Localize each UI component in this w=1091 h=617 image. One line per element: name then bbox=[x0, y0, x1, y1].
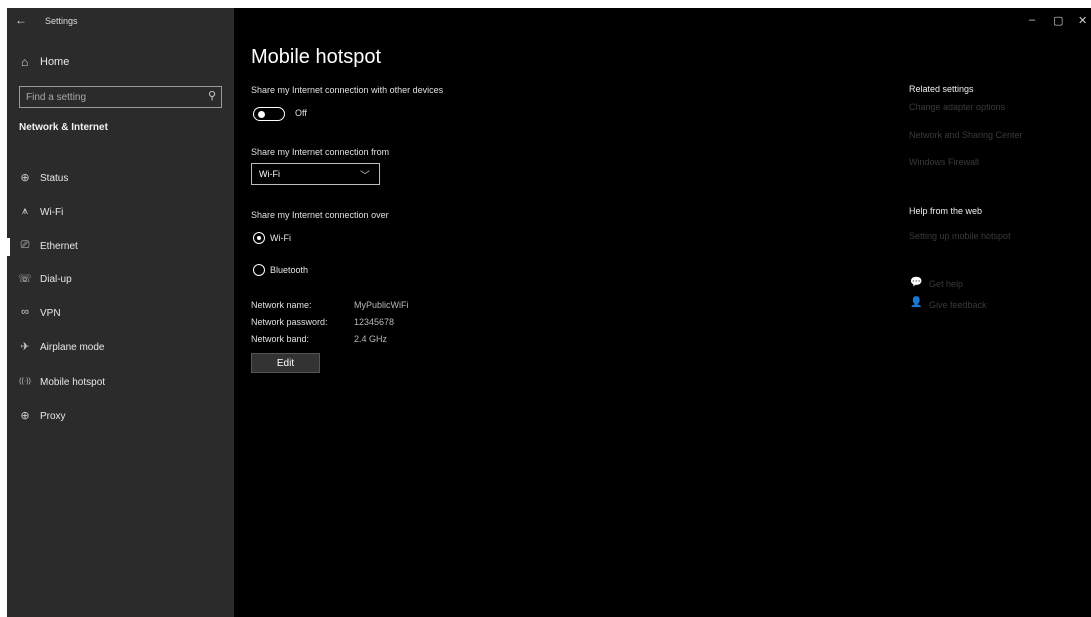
network-password-label: Network password: bbox=[251, 317, 328, 327]
ethernet-icon: ⎚ bbox=[20, 239, 30, 251]
share-toggle[interactable] bbox=[253, 107, 285, 121]
section-title: Network & Internet bbox=[19, 122, 108, 133]
hotspot-icon: ((·)) bbox=[19, 378, 31, 385]
share-over-label: Share my Internet connection over bbox=[251, 210, 389, 220]
sidebar-item-label: Proxy bbox=[40, 411, 66, 422]
related-settings-title: Related settings bbox=[909, 84, 974, 94]
sidebar-item-label: Mobile hotspot bbox=[40, 377, 106, 388]
sidebar-item-vpn[interactable]: ∞ VPN bbox=[7, 301, 234, 327]
globe-icon: ⊕ bbox=[20, 410, 30, 422]
sidebar-item-label: VPN bbox=[40, 308, 61, 319]
back-arrow-icon[interactable]: ← bbox=[15, 13, 27, 27]
sidebar-item-label: Status bbox=[40, 173, 69, 184]
chevron-down-icon: ﹀ bbox=[360, 171, 370, 182]
home-icon: ⌂ bbox=[21, 55, 29, 69]
network-sharing-center-link[interactable]: Network and Sharing Center bbox=[909, 130, 1023, 140]
network-password-value: 12345678 bbox=[354, 317, 395, 327]
page-title: Mobile hotspot bbox=[251, 46, 382, 68]
network-band-label: Network band: bbox=[251, 334, 310, 344]
sidebar-item-label: Wi-Fi bbox=[40, 207, 64, 218]
sidebar-item-dialup[interactable]: ☏ Dial-up bbox=[7, 267, 234, 293]
help-from-web-title: Help from the web bbox=[909, 206, 983, 216]
sidebar-item-label: Ethernet bbox=[40, 241, 78, 252]
radio-bluetooth-label[interactable]: Bluetooth bbox=[270, 265, 308, 275]
share-from-dropdown[interactable]: Wi-Fi ﹀ bbox=[251, 163, 380, 185]
airplane-icon: ✈ bbox=[20, 341, 30, 353]
radio-wifi-label[interactable]: Wi-Fi bbox=[270, 233, 291, 243]
home-nav-item[interactable]: ⌂ Home bbox=[7, 52, 234, 74]
selection-indicator bbox=[7, 238, 10, 256]
dialup-icon: ☏ bbox=[18, 273, 32, 285]
sidebar: ← Settings ⌂ Home ⚲ Network & Internet ⊕… bbox=[7, 8, 234, 617]
network-name-value: MyPublicWiFi bbox=[354, 300, 409, 310]
dropdown-value: Wi-Fi bbox=[259, 169, 280, 179]
sidebar-item-ethernet[interactable]: ⎚ Ethernet bbox=[7, 234, 234, 260]
toggle-state-label: Off bbox=[295, 108, 307, 118]
edit-button[interactable]: Edit bbox=[251, 353, 320, 373]
give-feedback-icon: 👤 bbox=[910, 297, 923, 308]
radio-bluetooth[interactable] bbox=[253, 264, 265, 276]
get-help-link[interactable]: Get help bbox=[929, 279, 963, 289]
give-feedback-link[interactable]: Give feedback bbox=[929, 300, 987, 310]
home-label: Home bbox=[40, 56, 70, 68]
search-box: ⚲ bbox=[19, 86, 222, 108]
status-icon: ⊕ bbox=[20, 172, 30, 184]
setting-up-hotspot-link[interactable]: Setting up mobile hotspot bbox=[909, 231, 1011, 241]
sidebar-item-status[interactable]: ⊕ Status bbox=[7, 166, 234, 192]
change-adapter-options-link[interactable]: Change adapter options bbox=[909, 102, 1005, 112]
vpn-icon: ∞ bbox=[21, 306, 29, 318]
network-name-label: Network name: bbox=[251, 300, 312, 310]
search-input[interactable] bbox=[20, 87, 200, 107]
network-band-value: 2.4 GHz bbox=[354, 334, 388, 344]
share-label: Share my Internet connection with other … bbox=[251, 85, 444, 95]
share-from-label: Share my Internet connection from bbox=[251, 147, 390, 157]
sidebar-item-mobile-hotspot[interactable]: ((·)) Mobile hotspot bbox=[7, 370, 234, 396]
main-content: Mobile hotspot Share my Internet connect… bbox=[251, 8, 891, 617]
radio-wifi[interactable] bbox=[253, 232, 265, 244]
sidebar-item-proxy[interactable]: ⊕ Proxy bbox=[7, 404, 234, 430]
settings-window: ← Settings ⌂ Home ⚲ Network & Internet ⊕… bbox=[7, 8, 1091, 617]
search-icon[interactable]: ⚲ bbox=[208, 89, 216, 102]
right-panel: Related settings Change adapter options … bbox=[909, 8, 1089, 617]
sidebar-item-airplane-mode[interactable]: ✈ Airplane mode bbox=[7, 335, 234, 361]
window-title: Settings bbox=[45, 16, 78, 26]
sidebar-item-wifi[interactable]: ⩚ Wi-Fi bbox=[7, 200, 234, 226]
sidebar-item-label: Airplane mode bbox=[40, 342, 105, 353]
sidebar-item-label: Dial-up bbox=[40, 274, 72, 285]
windows-firewall-link[interactable]: Windows Firewall bbox=[909, 157, 979, 167]
radio-selected-dot bbox=[256, 235, 261, 240]
get-help-icon: 💬 bbox=[910, 277, 923, 288]
toggle-knob bbox=[258, 110, 265, 118]
title-bar: ← Settings bbox=[7, 8, 234, 34]
wifi-icon: ⩚ bbox=[21, 205, 29, 217]
